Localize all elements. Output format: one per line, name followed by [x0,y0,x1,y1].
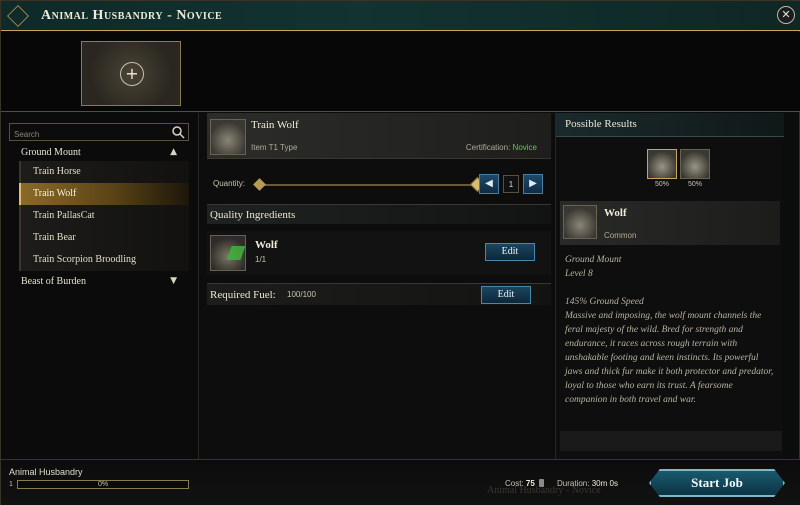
certification: Certification: Novice [466,143,537,152]
result-stat: 145% Ground Speed [565,297,644,307]
ingredient-row: Wolf 1/1 Edit [207,231,551,275]
add-item-slot[interactable]: + [81,41,181,106]
skill-level: 1 [9,481,13,488]
close-button[interactable]: ✕ [777,6,795,24]
search-icon[interactable] [171,125,185,139]
ingredient-name: Wolf [255,239,278,251]
start-job-button[interactable]: Start Job [649,469,785,497]
category-beast-of-burden[interactable]: Beast of Burden ▼ [9,272,189,292]
slider-start-icon [253,178,266,191]
edit-ingredient-button[interactable]: Edit [485,243,535,261]
duration-label: Duration: [557,479,590,488]
results-panel: Possible Results 50% 50% Wolf Common Gro… [555,113,784,459]
wolf-icon [210,119,246,155]
edit-fuel-button[interactable]: Edit [481,286,531,304]
recipe-title: Train Wolf [251,119,299,131]
recipe-detail-panel: Train Wolf Item T1 Type Certification: N… [201,113,553,459]
result-description: Massive and imposing, the wolf mount cha… [565,311,774,405]
results-footer-bar [560,431,782,451]
xp-progress-text: 0% [97,481,109,488]
category-ground-mount[interactable]: Ground Mount ▲ [9,143,189,163]
quantity-label: Quantity: [213,179,246,188]
result-chance: 50% [654,181,669,188]
result-option-wolf-icon[interactable] [647,149,677,179]
quantity-slider[interactable] [253,176,486,193]
result-rarity: Common [604,231,637,240]
ingredient-count: 1/1 [255,255,267,264]
quantity-row: Quantity: ◀ ▶ [207,171,551,197]
list-item-train-bear[interactable]: Train Bear [19,227,189,249]
header-area: + [1,32,800,112]
result-description-block: Ground Mount Level 8 145% Ground Speed M… [565,253,775,407]
cost-value: 75 [525,479,535,488]
ground-mount-items: Train Horse Train Wolf Train PallasCat T… [19,161,189,271]
list-item-label: Train Scorpion Broodling [33,254,136,265]
results-title: Possible Results [565,118,637,130]
corner-ornament-icon [7,5,29,27]
list-item-label: Train PallasCat [33,210,95,221]
wolf-icon [563,205,597,239]
recipe-subtitle: Item T1 Type [251,143,298,152]
section-title: Quality Ingredients [210,209,296,221]
fuel-value: 100/100 [287,290,316,299]
close-icon: ✕ [781,8,791,21]
job-duration: Duration: 30m 0s [557,479,618,488]
quantity-decrease-button[interactable]: ◀ [479,174,499,194]
category-label: Beast of Burden [21,276,86,287]
list-item-label: Train Wolf [33,188,77,199]
result-type: Ground Mount [565,255,622,265]
list-item-train-horse[interactable]: Train Horse [19,161,189,183]
duration-value: 30m 0s [591,479,618,488]
chevron-down-icon: ▼ [170,276,177,286]
result-name: Wolf [604,207,627,219]
coin-icon [539,479,545,487]
bottom-bar: Animal Husbandry 1 0% Animal Husbandry -… [1,459,800,505]
crafting-window: Animal Husbandry - Novice ✕ + Ground Mou… [0,0,800,505]
search-input[interactable] [10,126,160,143]
list-item-label: Train Bear [33,232,76,243]
quantity-input[interactable] [503,175,519,193]
list-item-train-pallascat[interactable]: Train PallasCat [19,205,189,227]
job-cost: Cost: 75 [505,479,545,488]
list-item-label: Train Horse [33,166,81,177]
recipe-list-panel: Ground Mount ▲ Train Horse Train Wolf Tr… [1,113,199,459]
list-item-train-scorpion-broodling[interactable]: Train Scorpion Broodling [19,249,189,271]
skill-name: Animal Husbandry [9,467,83,477]
xp-progress-bar: 0% [17,480,189,489]
certification-label: Certification: [465,143,511,152]
fuel-row: Required Fuel: 100/100 Edit [207,283,551,305]
cost-label: Cost: [505,479,524,488]
ingredient-badge-icon [226,246,246,260]
title-bar: Animal Husbandry - Novice ✕ [1,1,800,31]
result-level: Level 8 [565,269,593,279]
results-header: Possible Results [556,113,784,137]
wolf-icon [210,235,246,271]
category-label: Ground Mount [21,147,81,158]
result-chance: 50% [687,181,702,188]
quality-ingredients-header: Quality Ingredients [207,204,551,224]
fuel-label: Required Fuel: [210,289,276,301]
plus-icon: + [120,62,144,86]
chevron-up-icon: ▲ [170,147,177,157]
quantity-increase-button[interactable]: ▶ [523,174,543,194]
search-box [9,123,189,143]
list-item-train-wolf[interactable]: Train Wolf [19,183,189,205]
result-option-wolf-icon[interactable] [680,149,710,179]
certification-value: Novice [512,143,537,152]
selected-result-card: Wolf Common [560,201,780,245]
recipe-header: Train Wolf Item T1 Type Certification: N… [207,113,551,159]
window-title: Animal Husbandry - Novice [41,8,223,23]
